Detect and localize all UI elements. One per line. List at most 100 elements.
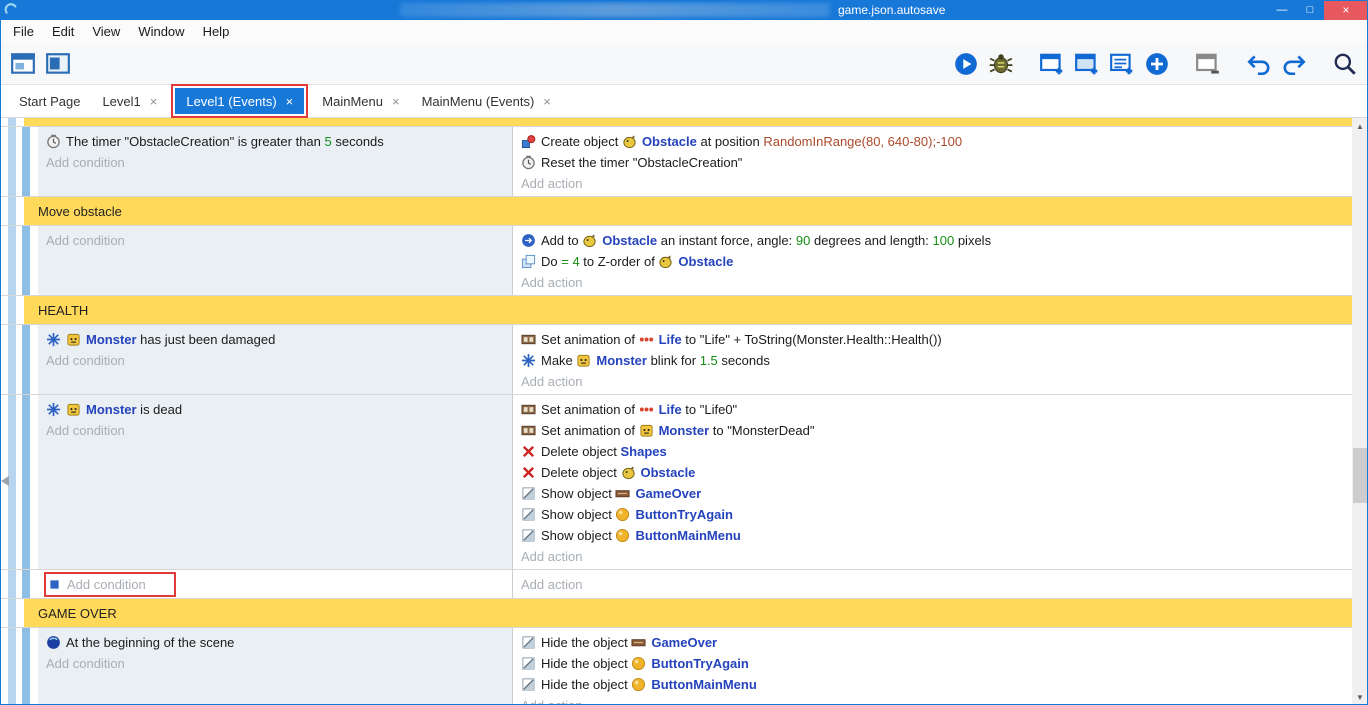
project-manager-icon[interactable] bbox=[8, 49, 38, 79]
action-line[interactable]: Make Monster blink for 1.5 seconds bbox=[521, 350, 1352, 371]
condition-line[interactable]: At the beginning of the scene bbox=[46, 632, 512, 653]
event-handle-strip[interactable] bbox=[22, 395, 30, 569]
tab-level1[interactable]: Level1× bbox=[91, 88, 168, 114]
menu-view[interactable]: View bbox=[83, 24, 129, 39]
undo-icon[interactable] bbox=[1244, 49, 1274, 79]
conditions-cell: The timer "ObstacleCreation" is greater … bbox=[38, 127, 512, 196]
text-segment: Add action bbox=[521, 549, 582, 564]
condition-line[interactable]: Monster has just been damaged bbox=[46, 329, 512, 350]
tab-mainmenu[interactable]: MainMenu× bbox=[311, 88, 410, 114]
add-condition[interactable]: Add condition bbox=[46, 653, 512, 674]
project-images-icon[interactable] bbox=[1193, 49, 1223, 79]
event-handle-strip[interactable] bbox=[22, 127, 30, 196]
event-handle-strip[interactable] bbox=[8, 628, 16, 705]
menu-help[interactable]: Help bbox=[194, 24, 239, 39]
add-condition[interactable]: Add condition bbox=[46, 230, 512, 251]
event-handle-strip[interactable] bbox=[8, 226, 16, 295]
text-segment: Set animation of bbox=[541, 423, 639, 438]
event-handle-strip[interactable] bbox=[8, 325, 16, 394]
event-handle-strip[interactable] bbox=[8, 599, 16, 627]
menu-edit[interactable]: Edit bbox=[43, 24, 83, 39]
tab-close-icon[interactable]: × bbox=[150, 94, 158, 109]
event-handle-strip[interactable] bbox=[8, 570, 16, 598]
behavior-icon bbox=[46, 402, 61, 417]
tab-level1-events[interactable]: Level1 (Events)× bbox=[175, 88, 304, 114]
add-external-layout-icon[interactable] bbox=[1107, 49, 1137, 79]
condition-line[interactable]: Monster is dead bbox=[46, 399, 512, 420]
menu-window[interactable]: Window bbox=[129, 24, 193, 39]
visibility-icon bbox=[521, 635, 536, 650]
tab-mainmenu-events[interactable]: MainMenu (Events)× bbox=[411, 88, 562, 114]
event-handle-strip[interactable] bbox=[22, 325, 30, 394]
action-line[interactable]: Show object ButtonMainMenu bbox=[521, 525, 1352, 546]
add-extension-icon[interactable] bbox=[1142, 49, 1172, 79]
action-line[interactable]: Reset the timer "ObstacleCreation" bbox=[521, 152, 1352, 173]
add-condition-label: Add condition bbox=[67, 574, 146, 595]
action-line[interactable]: Delete object Shapes bbox=[521, 441, 1352, 462]
add-action[interactable]: Add action bbox=[521, 574, 1352, 595]
scroll-down-arrow[interactable]: ▼ bbox=[1352, 689, 1368, 705]
add-condition[interactable]: Add condition bbox=[46, 350, 512, 371]
condition-line[interactable]: The timer "ObstacleCreation" is greater … bbox=[46, 131, 512, 152]
create-icon bbox=[521, 134, 536, 149]
scroll-up-arrow[interactable]: ▲ bbox=[1352, 118, 1368, 134]
event-handle-strip[interactable] bbox=[22, 570, 30, 598]
add-external-events-icon[interactable] bbox=[1072, 49, 1102, 79]
vertical-scrollbar[interactable]: ▲ ▼ bbox=[1352, 118, 1368, 705]
event-handle-strip[interactable] bbox=[8, 127, 16, 196]
maximize-button[interactable]: □ bbox=[1296, 0, 1324, 20]
add-condition[interactable]: Add condition bbox=[46, 574, 512, 596]
tab-close-icon[interactable]: × bbox=[543, 94, 551, 109]
close-button[interactable]: × bbox=[1324, 0, 1368, 20]
actions-cell: Set animation of Life to "Life" + ToStri… bbox=[512, 325, 1352, 394]
action-line[interactable]: Show object GameOver bbox=[521, 483, 1352, 504]
action-line[interactable]: Add to Obstacle an instant force, angle:… bbox=[521, 230, 1352, 251]
start-page-icon[interactable] bbox=[43, 49, 73, 79]
action-line[interactable]: Hide the object ButtonTryAgain bbox=[521, 653, 1352, 674]
add-condition[interactable]: Add condition bbox=[46, 152, 512, 173]
action-line[interactable]: Delete object Obstacle bbox=[521, 462, 1352, 483]
minimize-button[interactable]: — bbox=[1268, 0, 1296, 20]
menu-file[interactable]: File bbox=[4, 24, 43, 39]
comment-row[interactable]: HEALTH bbox=[0, 296, 1352, 325]
redo-icon[interactable] bbox=[1279, 49, 1309, 79]
action-line[interactable]: Show object ButtonTryAgain bbox=[521, 504, 1352, 525]
text-segment: Add condition bbox=[46, 353, 125, 368]
add-action[interactable]: Add action bbox=[521, 695, 1352, 705]
action-line[interactable]: Set animation of Monster to "MonsterDead… bbox=[521, 420, 1352, 441]
action-line[interactable]: Set animation of Life to "Life0" bbox=[521, 399, 1352, 420]
tab-close-icon[interactable]: × bbox=[392, 94, 400, 109]
event-handle-strip[interactable] bbox=[8, 197, 16, 225]
event-handle-strip[interactable] bbox=[8, 118, 16, 126]
tab-close-icon[interactable]: × bbox=[286, 94, 294, 109]
add-action[interactable]: Add action bbox=[521, 371, 1352, 392]
add-action[interactable]: Add action bbox=[521, 272, 1352, 293]
preview-icon[interactable] bbox=[951, 49, 981, 79]
add-action[interactable]: Add action bbox=[521, 546, 1352, 567]
scroll-thumb[interactable] bbox=[1353, 448, 1367, 503]
comment-row[interactable]: GAME OVER bbox=[0, 599, 1352, 628]
add-condition[interactable]: Add condition bbox=[46, 420, 512, 441]
search-icon[interactable] bbox=[1330, 49, 1360, 79]
comment-row[interactable]: Move obstacle bbox=[0, 197, 1352, 226]
text-segment: seconds bbox=[718, 353, 770, 368]
text-segment: Delete object bbox=[541, 465, 621, 480]
text-segment: seconds bbox=[332, 134, 384, 149]
action-line[interactable]: Create object Obstacle at position Rando… bbox=[521, 131, 1352, 152]
action-line[interactable]: Set animation of Life to "Life" + ToStri… bbox=[521, 329, 1352, 350]
action-line[interactable]: Do = 4 to Z-order of Obstacle bbox=[521, 251, 1352, 272]
add-scene-icon[interactable] bbox=[1037, 49, 1067, 79]
debugger-icon[interactable] bbox=[986, 49, 1016, 79]
action-line[interactable]: Hide the object ButtonMainMenu bbox=[521, 674, 1352, 695]
event-handle-strip[interactable] bbox=[22, 226, 30, 295]
event-handle-strip[interactable] bbox=[8, 395, 16, 569]
action-line[interactable]: Hide the object GameOver bbox=[521, 632, 1352, 653]
event-handle-strip[interactable] bbox=[8, 296, 16, 324]
tab-start-page[interactable]: Start Page bbox=[8, 88, 91, 114]
add-action[interactable]: Add action bbox=[521, 173, 1352, 194]
event-handle-strip[interactable] bbox=[22, 628, 30, 705]
comment-row-partial[interactable] bbox=[0, 118, 1352, 127]
text-segment: 100 bbox=[933, 233, 955, 248]
event-gutter bbox=[0, 325, 38, 394]
conditions-cell: At the beginning of the sceneAdd conditi… bbox=[38, 628, 512, 705]
